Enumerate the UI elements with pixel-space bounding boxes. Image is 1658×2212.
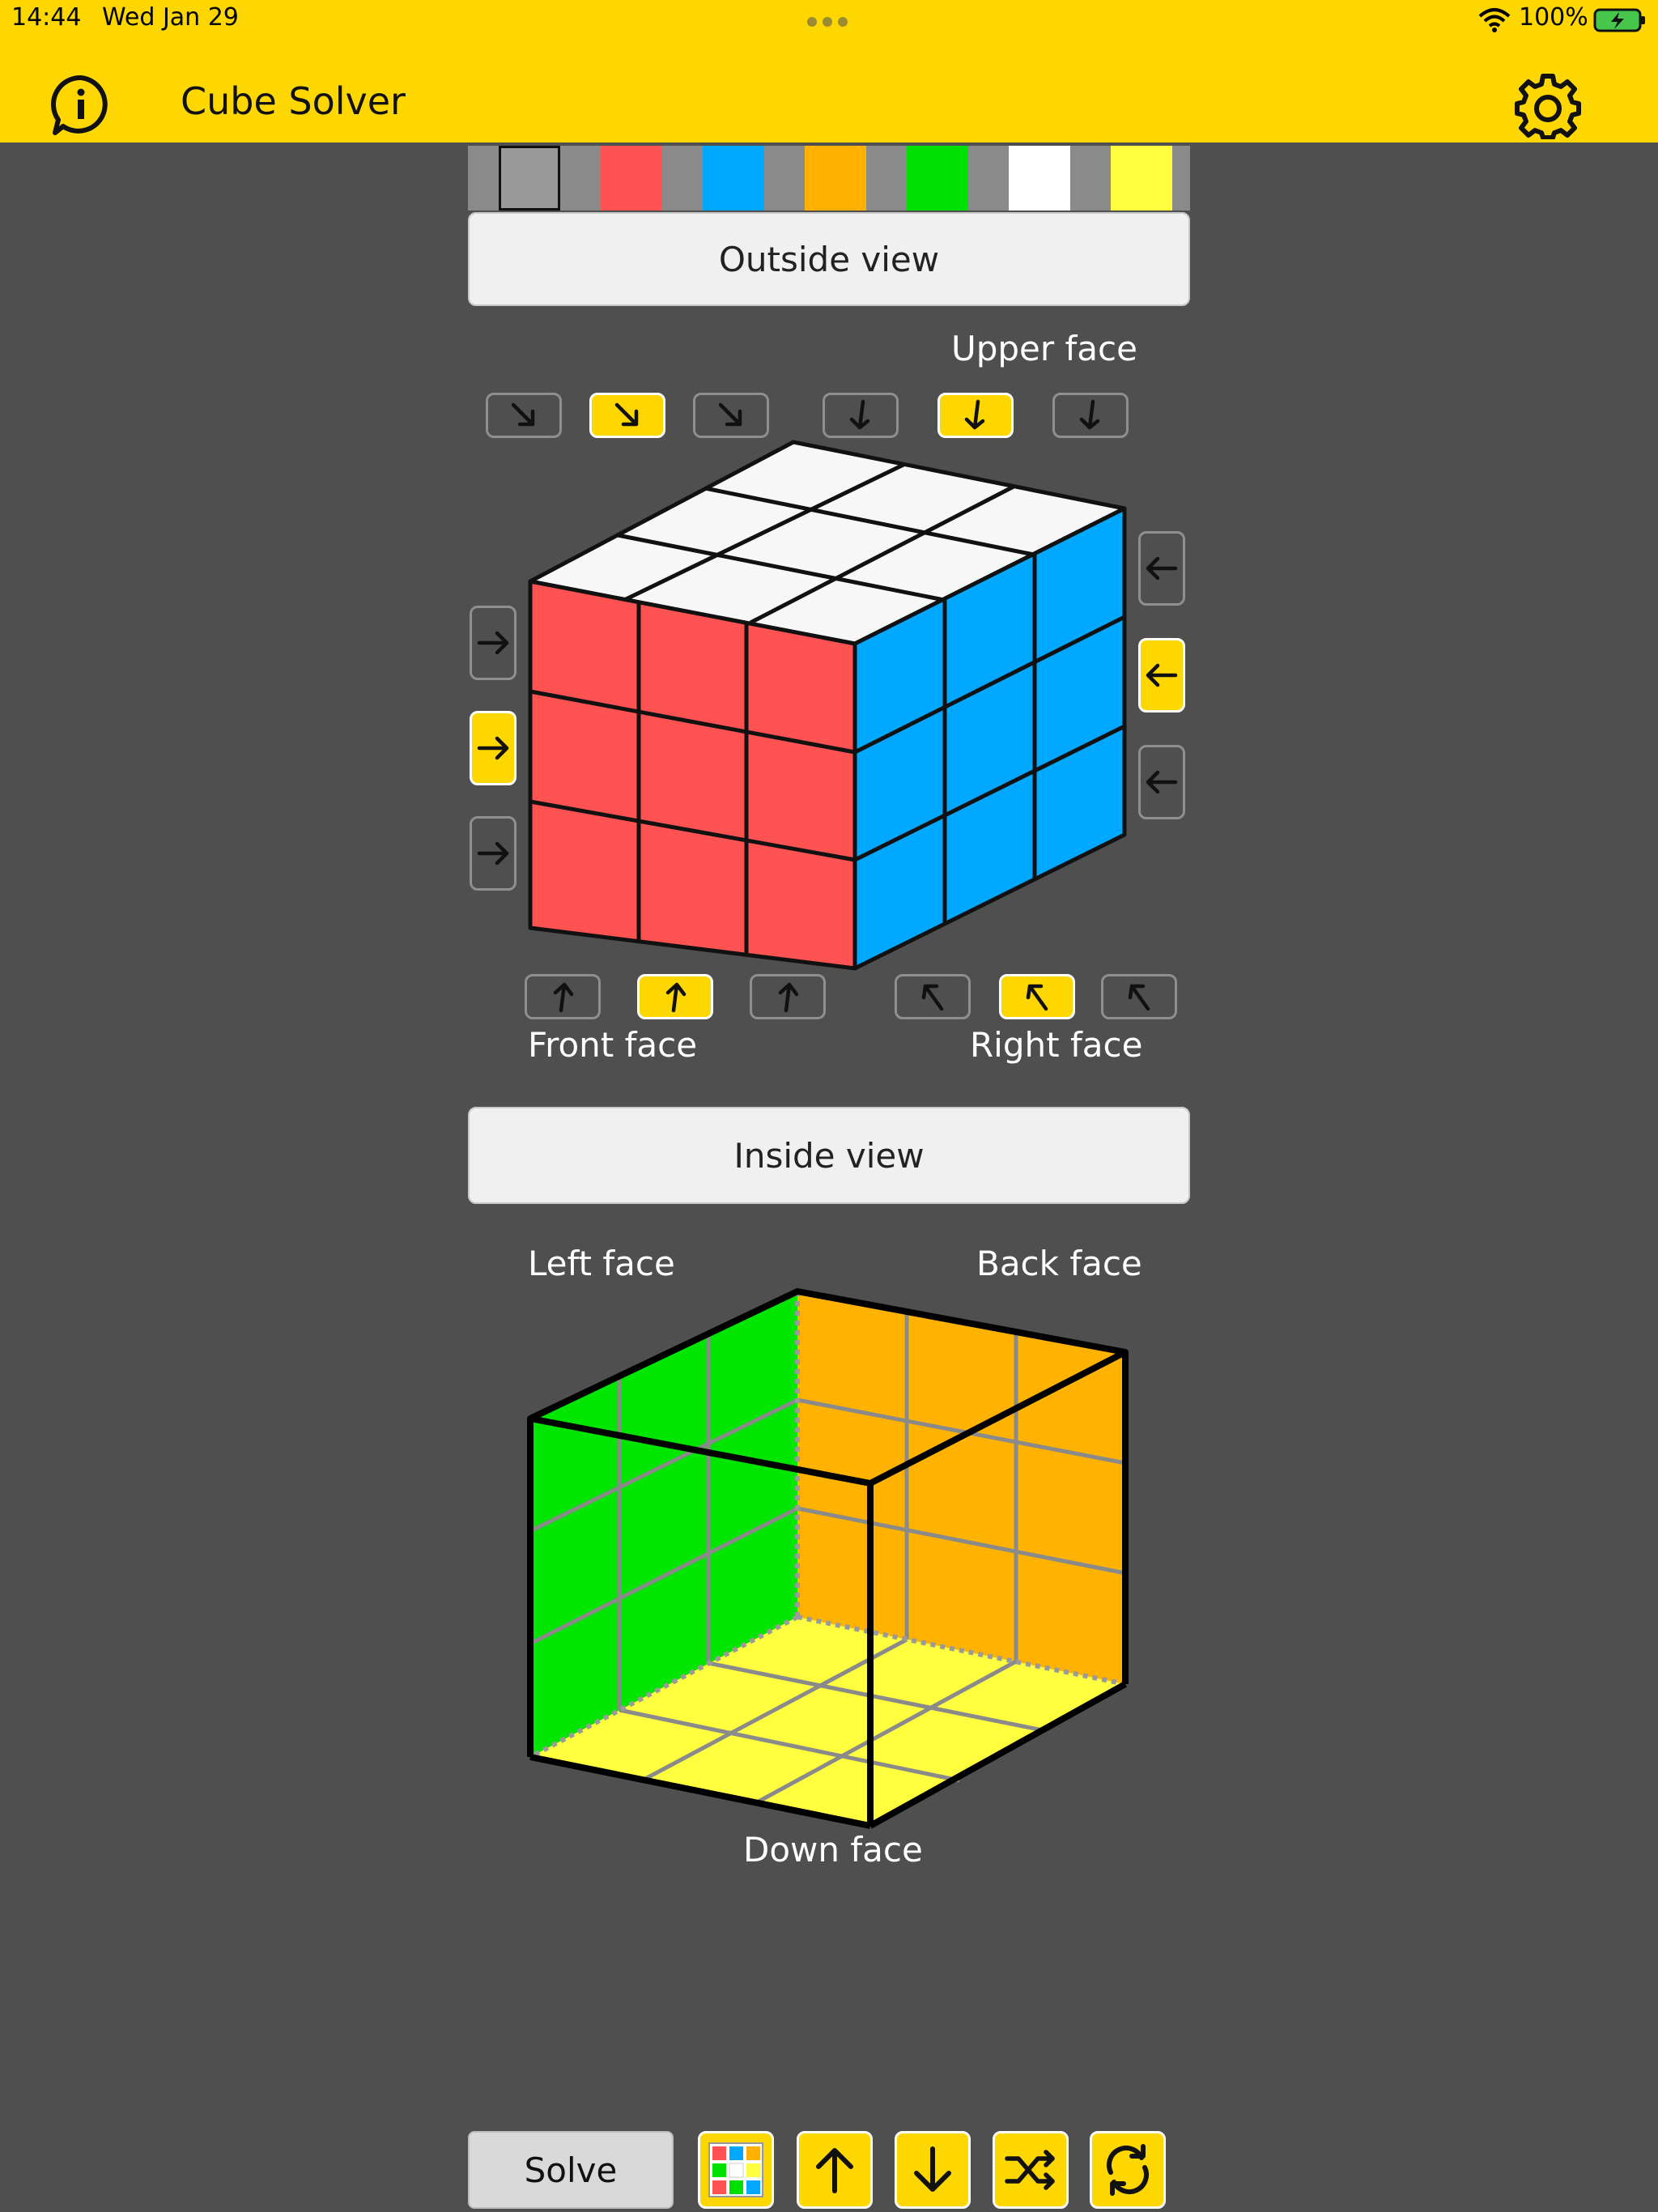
color-grid-icon <box>708 2142 763 2197</box>
palette-swatch-white[interactable] <box>1009 146 1070 211</box>
front-face-label: Front face <box>528 1025 698 1065</box>
back-face-label: Back face <box>976 1244 1142 1283</box>
arrow-up-left-icon <box>1128 984 1150 1011</box>
palette-swatch-yellow[interactable] <box>1111 146 1172 211</box>
move-up-button[interactable] <box>797 2131 873 2209</box>
arrow-up-icon <box>778 982 799 1013</box>
solve-button[interactable]: Solve <box>468 2131 674 2209</box>
inside-cube-view[interactable] <box>518 1279 1141 1838</box>
inside-view-button[interactable]: Inside view <box>468 1107 1190 1204</box>
arrow-right-icon <box>477 631 509 655</box>
rotate-right-row-button-3[interactable] <box>1138 745 1185 819</box>
rotate-front-row-button-2[interactable] <box>470 711 517 785</box>
refresh-icon <box>1107 2144 1149 2196</box>
rotate-front-column-button-2[interactable] <box>637 974 713 1019</box>
info-icon[interactable] <box>49 73 113 138</box>
shuffle-icon <box>1005 2150 1055 2190</box>
battery-icon <box>1593 6 1647 34</box>
palette-swatch-blue[interactable] <box>703 146 764 211</box>
down-face-label: Down face <box>743 1830 923 1870</box>
arrow-up-left-icon <box>921 984 944 1011</box>
color-grid-button[interactable] <box>698 2131 774 2209</box>
status-date: Wed Jan 29 <box>102 3 239 32</box>
arrow-right-icon <box>477 736 509 760</box>
arrow-up-icon <box>553 982 574 1013</box>
arrow-left-icon <box>1146 663 1178 687</box>
status-time: 14:44 <box>11 3 82 32</box>
move-down-button[interactable] <box>895 2131 971 2209</box>
reset-button[interactable] <box>1090 2131 1166 2209</box>
palette-swatch-green[interactable] <box>907 146 968 211</box>
arrow-left-icon <box>1146 556 1178 581</box>
outside-view-button[interactable]: Outside view <box>468 212 1190 306</box>
battery-percent: 100% <box>1519 3 1588 32</box>
palette-swatch-red[interactable] <box>601 146 662 211</box>
upper-face-label: Upper face <box>951 329 1137 368</box>
shuffle-button[interactable] <box>993 2131 1069 2209</box>
wifi-icon <box>1478 6 1511 34</box>
front-face[interactable] <box>528 579 857 971</box>
rotate-right-column-button-3[interactable] <box>1101 974 1177 1019</box>
rotate-right-column-button-1[interactable] <box>895 974 971 1019</box>
rotate-front-column-button-1[interactable] <box>525 974 601 1019</box>
arrow-up-icon <box>665 982 687 1013</box>
app-title: Cube Solver <box>181 79 406 123</box>
color-palette <box>468 146 1190 211</box>
rotate-front-row-button-1[interactable] <box>470 606 517 680</box>
rotate-front-row-button-3[interactable] <box>470 816 517 891</box>
multitasking-dots-icon[interactable] <box>806 15 848 27</box>
rotate-right-column-button-2[interactable] <box>999 974 1075 1019</box>
rotate-right-row-button-1[interactable] <box>1138 531 1185 606</box>
palette-swatch-orange[interactable] <box>805 146 866 211</box>
outside-cube-view[interactable] <box>518 429 1133 980</box>
arrow-up-left-icon <box>1026 984 1048 1011</box>
palette-swatch-gray[interactable] <box>499 146 560 211</box>
arrow-right-icon <box>477 841 509 866</box>
left-face-label: Left face <box>528 1244 675 1283</box>
rotate-right-row-button-2[interactable] <box>1138 638 1185 713</box>
gear-icon[interactable] <box>1514 71 1582 140</box>
arrow-left-icon <box>1146 770 1178 794</box>
arrow-up-icon <box>816 2148 853 2193</box>
right-face-label: Right face <box>970 1025 1143 1065</box>
rotate-front-column-button-3[interactable] <box>750 974 826 1019</box>
arrow-down-icon <box>914 2146 951 2192</box>
